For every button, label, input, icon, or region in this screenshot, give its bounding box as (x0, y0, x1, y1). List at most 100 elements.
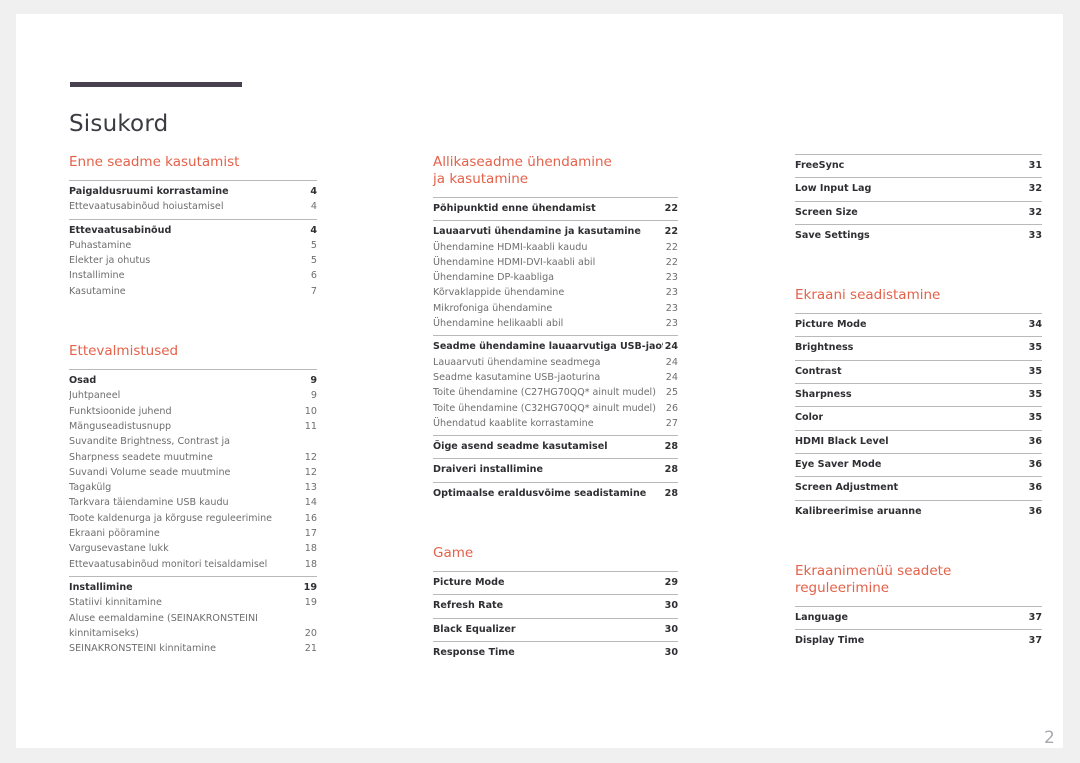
toc-entry[interactable]: Põhipunktid enne ühendamist 22 (433, 201, 678, 216)
toc-entry[interactable]: Toite ühendamine (C32HG70QQ* ainult mude… (433, 401, 678, 416)
toc-entry-page: 6 (310, 270, 317, 282)
toc-entry-label: Refresh Rate (433, 600, 504, 612)
toc-entry[interactable]: Ühendatud kaablite korrastamine 27 (433, 416, 678, 431)
toc-entry[interactable]: Suvandi Volume seade muutmine 12 (69, 465, 317, 480)
toc-entry[interactable]: Tarkvara täiendamine USB kaudu 14 (69, 495, 317, 510)
toc-entry[interactable]: Language 37 (795, 610, 1042, 625)
toc-group: Contrast 35 (795, 359, 1042, 383)
toc-entry[interactable]: FreeSync 31 (795, 158, 1042, 173)
toc-entry[interactable]: Kõrvaklappide ühendamine 23 (433, 285, 678, 300)
toc-entry-label: Kalibreerimise aruanne (795, 505, 922, 517)
toc-entry[interactable]: Ekraani pööramine 17 (69, 526, 317, 541)
toc-entry[interactable]: Ettevaatusabinõud monitori teisaldamisel… (69, 557, 317, 572)
toc-entry[interactable]: Seadme ühendamine lauaarvutiga USB-jaotu… (433, 339, 678, 354)
toc-entry-label: Sharpness (795, 389, 852, 401)
toc-entry[interactable]: Toite ühendamine (C27HG70QQ* ainult mude… (433, 385, 678, 400)
toc-entry[interactable]: Response Time 30 (433, 645, 678, 660)
toc-entry[interactable]: Refresh Rate 30 (433, 598, 678, 613)
toc-entry[interactable]: Contrast 35 (795, 364, 1042, 379)
toc-entry[interactable]: Low Input Lag 32 (795, 181, 1042, 196)
toc-entry-page: 9 (310, 390, 317, 402)
toc-entry[interactable]: Mikrofoniga ühendamine 23 (433, 301, 678, 316)
toc-entry[interactable]: Sharpness 35 (795, 387, 1042, 402)
toc-entry[interactable]: Paigaldusruumi korrastamine 4 (69, 184, 317, 199)
toc-entry-label: Põhipunktid enne ühendamist (433, 203, 596, 214)
toc-group: Kalibreerimise aruanne 36 (795, 499, 1042, 523)
toc-group: Screen Size 32 (795, 200, 1042, 224)
toc-entry-page: 4 (310, 224, 317, 236)
toc-entry[interactable]: Õige asend seadme kasutamisel 28 (433, 439, 678, 454)
document-page: Sisukord Enne seadme kasutamist Paigaldus… (16, 14, 1063, 748)
toc-entry[interactable]: Save Settings 33 (795, 228, 1042, 243)
toc-entry[interactable]: Ettevaatusabinõud hoiustamisel 4 (69, 199, 317, 214)
toc-entry[interactable]: Screen Size 32 (795, 205, 1042, 220)
toc-entry[interactable]: Ühendamine helikaabli abil 23 (433, 316, 678, 331)
toc-section-heading: Enne seadme kasutamist (69, 154, 240, 170)
page-title: Sisukord (69, 111, 169, 138)
toc-entry[interactable]: Installimine 6 (69, 268, 317, 283)
toc-entry[interactable]: Picture Mode 29 (433, 575, 678, 590)
toc-entry[interactable]: Statiivi kinnitamine 19 (69, 595, 317, 610)
toc-entry-label: Language (795, 611, 848, 623)
toc-entry[interactable]: Ühendamine HDMI-kaabli kaudu 22 (433, 240, 678, 255)
toc-entry[interactable]: SEINAKRONSTEINI kinnitamine 21 (69, 641, 317, 656)
toc-entry-label: Draiveri installimine (433, 464, 543, 476)
toc-entry-label: Ettevaatusabinõud hoiustamisel (69, 201, 224, 213)
toc-entry[interactable]: Puhastamine 5 (69, 238, 317, 253)
toc-entry[interactable]: Osad 9 (69, 373, 317, 388)
toc-entry[interactable]: Vargusevastane lukk 18 (69, 541, 317, 556)
toc-entry[interactable]: Suvandite Brightness, Contrast ja Sharpne… (69, 434, 317, 465)
toc-entry[interactable]: Ettevaatusabinõud 4 (69, 223, 317, 238)
toc-entry-page: 23 (665, 272, 678, 284)
toc-entry-label: Tarkvara täiendamine USB kaudu (69, 497, 229, 509)
toc-group: Paigaldusruumi korrastamine 4 Ettevaatusab… (69, 180, 317, 219)
toc-entry[interactable]: Display Time 37 (795, 633, 1042, 648)
toc-entry[interactable]: Mänguseadistusnupp 11 (69, 419, 317, 434)
toc-entry[interactable]: Eye Saver Mode 36 (795, 457, 1042, 472)
toc-entry[interactable]: Optimaalse eraldusvõime seadistamine 28 (433, 486, 678, 501)
toc-section-heading: Ekraani seadistamine (795, 287, 941, 304)
toc-entry[interactable]: Brightness 35 (795, 340, 1042, 355)
toc-group: FreeSync 31 (795, 154, 1042, 177)
toc-entry[interactable]: HDMI Black Level 36 (795, 434, 1042, 449)
toc-entry-page: 35 (1028, 365, 1042, 377)
toc-entry-page: 36 (1028, 505, 1042, 517)
toc-group: Response Time 30 (433, 640, 678, 664)
toc-entry[interactable]: Ühendamine HDMI-DVI-kaabli abil 22 (433, 255, 678, 270)
toc-entry-label: Õige asend seadme kasutamisel (433, 441, 608, 453)
toc-entry[interactable]: Installimine 19 (69, 580, 317, 595)
toc-entry-label: Aluse eemaldamine (SEINAKRONSTEINI (69, 612, 258, 624)
toc-entry[interactable]: Kasutamine 7 (69, 284, 317, 299)
toc-entry-label: Ühendamine HDMI-DVI-kaabli abil (433, 256, 596, 268)
toc-entry-page: 30 (664, 600, 678, 612)
toc-entry-label: Tagakülg (69, 482, 112, 494)
toc-entry[interactable]: Toote kaldenurga ja kõrguse reguleerimin… (69, 511, 317, 526)
toc-entry-label: Ühendamine DP-kaabliga (433, 272, 555, 284)
toc-entry[interactable]: Screen Adjustment 36 (795, 480, 1042, 495)
toc-entry[interactable]: Black Equalizer 30 (433, 622, 678, 637)
toc-entry[interactable]: Elekter ja ohutus 5 (69, 253, 317, 268)
toc-entry-page: 36 (1028, 435, 1042, 447)
toc-entry-label: Ekraani pööramine (69, 528, 160, 540)
toc-entry-label: Elekter ja ohutus (69, 255, 151, 267)
toc-entry[interactable]: Funktsioonide juhend 10 (69, 404, 317, 419)
toc-group: Black Equalizer 30 (433, 617, 678, 641)
toc-entry[interactable]: Color 35 (795, 410, 1042, 425)
toc-entry[interactable]: Juhtpaneel 9 (69, 388, 317, 403)
toc-entry[interactable]: Picture Mode 34 (795, 317, 1042, 332)
toc-entry-label: Lauaarvuti ühendamine ja kasutamine (433, 226, 641, 238)
toc-entry[interactable]: Seadme kasutamine USB-jaoturina 24 (433, 370, 678, 385)
toc-entry-label: Installimine (69, 581, 133, 593)
toc-entry-page: 11 (304, 420, 317, 432)
toc-entry-page: 19 (304, 597, 317, 609)
toc-entry[interactable]: Lauaarvuti ühendamine seadmega 24 (433, 355, 678, 370)
toc-entry[interactable]: Draiveri installimine 28 (433, 462, 678, 477)
toc-entry[interactable]: Aluse eemaldamine (SEINAKRONSTEINI kinnit… (69, 611, 317, 642)
toc-entry[interactable]: Ühendamine DP-kaabliga 23 (433, 270, 678, 285)
toc-column-2: Allikaseadme ühendamine ja kasutamine Põh… (433, 154, 678, 664)
toc-entry[interactable]: Kalibreerimise aruanne 36 (795, 504, 1042, 519)
toc-group: Screen Adjustment 36 (795, 476, 1042, 499)
toc-section-heading: Ekraanimenüü seadete reguleerimine (795, 562, 952, 596)
toc-entry[interactable]: Lauaarvuti ühendamine ja kasutamine 22 (433, 224, 678, 239)
toc-entry[interactable]: Tagakülg 13 (69, 480, 317, 495)
